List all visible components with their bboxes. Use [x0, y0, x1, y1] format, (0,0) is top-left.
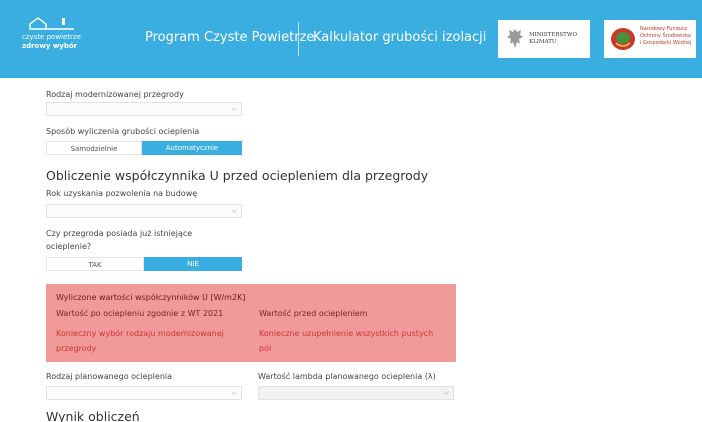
czyste-powietrze-logo[interactable]: czyste powietrze zdrowy wybór — [22, 16, 82, 56]
existing-insulation-label-line1: Czy przegroda posiada już istniejące — [46, 229, 193, 238]
section-before-heading: Obliczenie współczynnika U przed ocieple… — [46, 168, 429, 183]
existing-insulation-yes-button[interactable]: TAK — [46, 257, 144, 271]
fund-logo-card[interactable]: Narodowy Fundusz Ochrony Środowiska i Go… — [604, 20, 696, 58]
house-logo-icon — [28, 16, 76, 30]
chevron-down-icon — [231, 209, 237, 214]
logo-line2: zdrowy wybór — [22, 42, 78, 50]
permit-year-select[interactable] — [46, 204, 242, 218]
nfosigw-emblem-icon — [610, 27, 636, 51]
polish-eagle-icon — [506, 27, 524, 51]
existing-insulation-no-button[interactable]: NIE — [144, 257, 242, 271]
partition-type-label: Rodzaj modernizowanej przegrody — [46, 90, 184, 99]
fund-name: Narodowy Fundusz Ochrony Środowiska i Go… — [640, 26, 692, 46]
partition-type-select[interactable] — [46, 102, 242, 116]
lambda-select[interactable] — [258, 386, 454, 400]
calculator-title: Kalkulator grubości izolacji — [313, 30, 487, 45]
planned-insulation-label: Rodzaj planowanego ocieplenia — [46, 372, 173, 381]
existing-insulation-label-line2: ocieplenie? — [46, 242, 92, 251]
after-insulation-label: Wartość po ociepleniu zgodnie z WT 2021 — [56, 309, 224, 318]
chevron-down-icon — [443, 391, 449, 396]
before-insulation-message: Konieczne uzupełnienie wszystkich pustyc… — [259, 329, 434, 353]
u-values-alert: Wyliczone wartości współczynników U [W/m… — [46, 284, 456, 362]
header-divider — [298, 22, 299, 56]
calc-method-label: Sposób wyliczenia grubości ocieplenia — [46, 127, 200, 136]
alert-title: Wyliczone wartości współczynników U [W/m… — [56, 293, 246, 302]
app-header: czyste powietrze zdrowy wybór Program Cz… — [0, 0, 702, 78]
calc-method-auto-button[interactable]: Automatycznie — [142, 141, 242, 155]
before-insulation-label: Wartość przed ociepleniem — [259, 309, 368, 318]
permit-year-label: Rok uzyskania pozwolenia na budowę — [46, 189, 198, 198]
planned-insulation-select[interactable] — [46, 386, 242, 400]
ministry-logo-card[interactable]: MINISTERSTWO KLIMATU — [498, 20, 590, 58]
program-title: Program Czyste Powietrze — [145, 30, 315, 45]
chevron-down-icon — [231, 107, 237, 112]
after-insulation-message: Konieczny wybór rodzaju modernizowanej p… — [56, 329, 224, 353]
ministry-name: MINISTERSTWO KLIMATU — [529, 32, 577, 45]
logo-line1: czyste powietrze — [22, 33, 81, 41]
lambda-label: Wartość lambda planowanego ocieplenia (λ… — [258, 372, 436, 381]
chevron-down-icon — [231, 391, 237, 396]
result-heading: Wynik obliczeń — [46, 409, 140, 422]
calc-method-manual-button[interactable]: Samodzielnie — [46, 141, 142, 155]
